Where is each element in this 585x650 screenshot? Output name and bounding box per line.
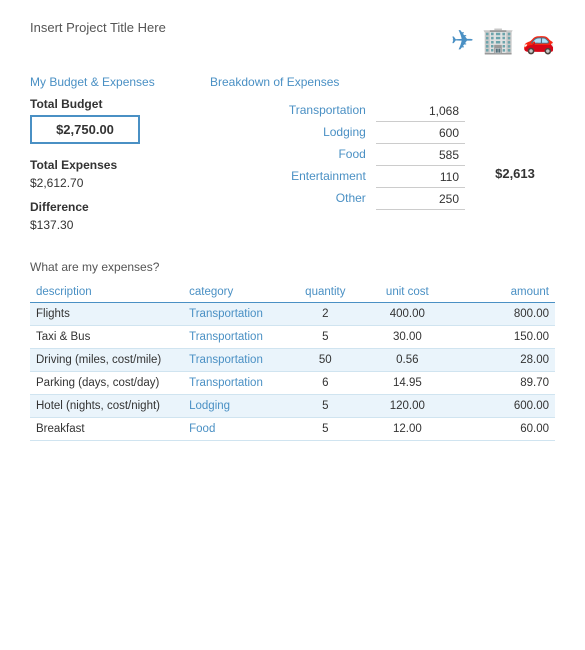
total-expenses-value: $2,612.70	[30, 176, 200, 190]
expense-unit-cost: 12.00	[358, 418, 456, 441]
building-icon: 🏢	[482, 25, 514, 56]
expense-unit-cost: 120.00	[358, 395, 456, 418]
expense-row: Breakfast Food 5 12.00 60.00	[30, 418, 555, 441]
expense-amount: 28.00	[457, 349, 555, 372]
expenses-col-header: description	[30, 282, 183, 303]
expenses-table: descriptioncategoryquantityunit costamou…	[30, 282, 555, 441]
breakdown-value: 1,068	[376, 99, 465, 121]
expense-unit-cost: 0.56	[358, 349, 456, 372]
expenses-question: What are my expenses?	[30, 260, 555, 274]
expense-category: Transportation	[183, 303, 292, 326]
expense-quantity: 5	[293, 395, 359, 418]
expenses-col-header: unit cost	[358, 282, 456, 303]
expense-quantity: 5	[293, 418, 359, 441]
expense-description: Flights	[30, 303, 183, 326]
breakdown-row: Other 250	[210, 187, 465, 209]
expense-description: Parking (days, cost/day)	[30, 372, 183, 395]
expense-row: Flights Transportation 2 400.00 800.00	[30, 303, 555, 326]
expense-row: Taxi & Bus Transportation 5 30.00 150.00	[30, 326, 555, 349]
breakdown-row: Food 585	[210, 143, 465, 165]
expenses-table-head: descriptioncategoryquantityunit costamou…	[30, 282, 555, 303]
expense-quantity: 2	[293, 303, 359, 326]
expense-row: Parking (days, cost/day) Transportation …	[30, 372, 555, 395]
expense-row: Hotel (nights, cost/night) Lodging 5 120…	[30, 395, 555, 418]
budget-panel: My Budget & Expenses Total Budget $2,750…	[30, 75, 200, 232]
breakdown-category: Other	[210, 187, 376, 209]
main-content-area: My Budget & Expenses Total Budget $2,750…	[30, 75, 555, 232]
breakdown-value: 110	[376, 165, 465, 187]
expense-amount: 150.00	[457, 326, 555, 349]
breakdown-value: 250	[376, 187, 465, 209]
breakdown-row: Lodging 600	[210, 121, 465, 143]
expenses-col-header: amount	[457, 282, 555, 303]
expenses-col-header: quantity	[293, 282, 359, 303]
expense-amount: 60.00	[457, 418, 555, 441]
breakdown-total: $2,613	[475, 75, 555, 232]
difference-value: $137.30	[30, 218, 200, 232]
breakdown-section-title: Breakdown of Expenses	[210, 75, 465, 89]
expense-description: Breakfast	[30, 418, 183, 441]
breakdown-category: Transportation	[210, 99, 376, 121]
project-title: Insert Project Title Here	[30, 20, 166, 35]
expense-description: Taxi & Bus	[30, 326, 183, 349]
expense-amount: 89.70	[457, 372, 555, 395]
expense-quantity: 6	[293, 372, 359, 395]
expense-unit-cost: 14.95	[358, 372, 456, 395]
expense-quantity: 50	[293, 349, 359, 372]
expense-category: Transportation	[183, 349, 292, 372]
breakdown-category: Entertainment	[210, 165, 376, 187]
breakdown-category: Lodging	[210, 121, 376, 143]
breakdown-value: 600	[376, 121, 465, 143]
expense-category: Food	[183, 418, 292, 441]
plane-icon: ✈	[451, 24, 474, 57]
breakdown-row: Transportation 1,068	[210, 99, 465, 121]
expenses-col-header: category	[183, 282, 292, 303]
breakdown-category: Food	[210, 143, 376, 165]
expenses-section: What are my expenses? descriptioncategor…	[30, 260, 555, 441]
expense-amount: 800.00	[457, 303, 555, 326]
breakdown-row: Entertainment 110	[210, 165, 465, 187]
total-budget-label: Total Budget	[30, 97, 200, 111]
expense-category: Transportation	[183, 326, 292, 349]
expense-description: Hotel (nights, cost/night)	[30, 395, 183, 418]
budget-section-title: My Budget & Expenses	[30, 75, 200, 89]
difference-label: Difference	[30, 200, 200, 214]
expense-quantity: 5	[293, 326, 359, 349]
breakdown-table: Transportation 1,068 Lodging 600 Food 58…	[210, 99, 465, 210]
expense-description: Driving (miles, cost/mile)	[30, 349, 183, 372]
expense-category: Transportation	[183, 372, 292, 395]
breakdown-panel: Breakdown of Expenses Transportation 1,0…	[210, 75, 465, 232]
expense-unit-cost: 400.00	[358, 303, 456, 326]
total-budget-value: $2,750.00	[30, 115, 140, 144]
expense-unit-cost: 30.00	[358, 326, 456, 349]
header-icons: ✈ 🏢 🚗	[451, 24, 555, 57]
car-icon: 🚗	[523, 25, 555, 56]
expense-amount: 600.00	[457, 395, 555, 418]
total-expenses-label: Total Expenses	[30, 158, 200, 172]
expense-row: Driving (miles, cost/mile) Transportatio…	[30, 349, 555, 372]
page-header: Insert Project Title Here ✈ 🏢 🚗	[30, 20, 555, 57]
breakdown-value: 585	[376, 143, 465, 165]
expense-category: Lodging	[183, 395, 292, 418]
